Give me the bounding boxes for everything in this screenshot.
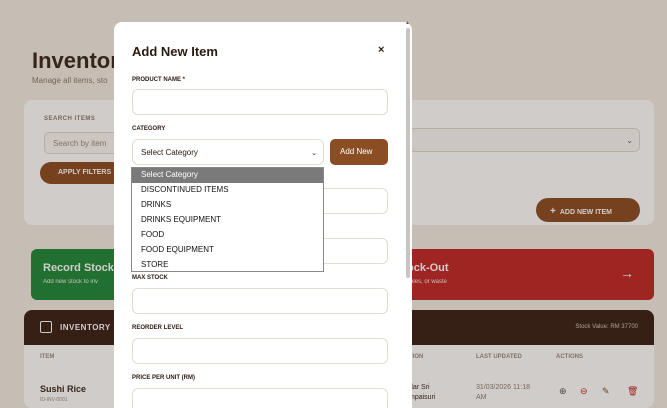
category-select-value: Select Category [141,148,198,157]
dropdown-option[interactable]: DRINKS [132,198,323,213]
modal-scrollbar[interactable] [406,28,410,278]
dropdown-option[interactable]: FOOD EQUIPMENT [132,243,323,258]
price-input[interactable] [132,388,388,408]
dropdown-option[interactable]: STORE [132,258,323,273]
scroll-up-arrow[interactable]: ▲ [405,20,410,26]
chevron-down-icon: ⌄ [311,150,317,157]
add-new-category-button[interactable]: Add New [330,139,388,165]
reorder-level-label: REORDER LEVEL [132,325,184,331]
price-label: PRICE PER UNIT (RM) [132,375,195,381]
category-dropdown-list: Select Category DISCONTINUED ITEMS DRINK… [131,167,324,272]
product-name-label: PRODUCT NAME * [132,77,186,83]
dropdown-option[interactable]: FOOD [132,228,323,243]
category-select[interactable]: Select Category ⌄ [132,139,324,165]
close-icon[interactable]: × [378,44,384,56]
category-label: CATEGORY [132,126,166,132]
dropdown-option[interactable]: Select Category [132,168,323,183]
modal-title: Add New Item [132,44,218,59]
max-stock-input[interactable] [132,288,388,314]
dropdown-option[interactable]: DISCONTINUED ITEMS [132,183,323,198]
reorder-level-input[interactable] [132,338,388,364]
max-stock-label: MAX STOCK [132,275,168,281]
dropdown-option[interactable]: DRINKS EQUIPMENT [132,213,323,228]
product-name-input[interactable] [132,89,388,115]
